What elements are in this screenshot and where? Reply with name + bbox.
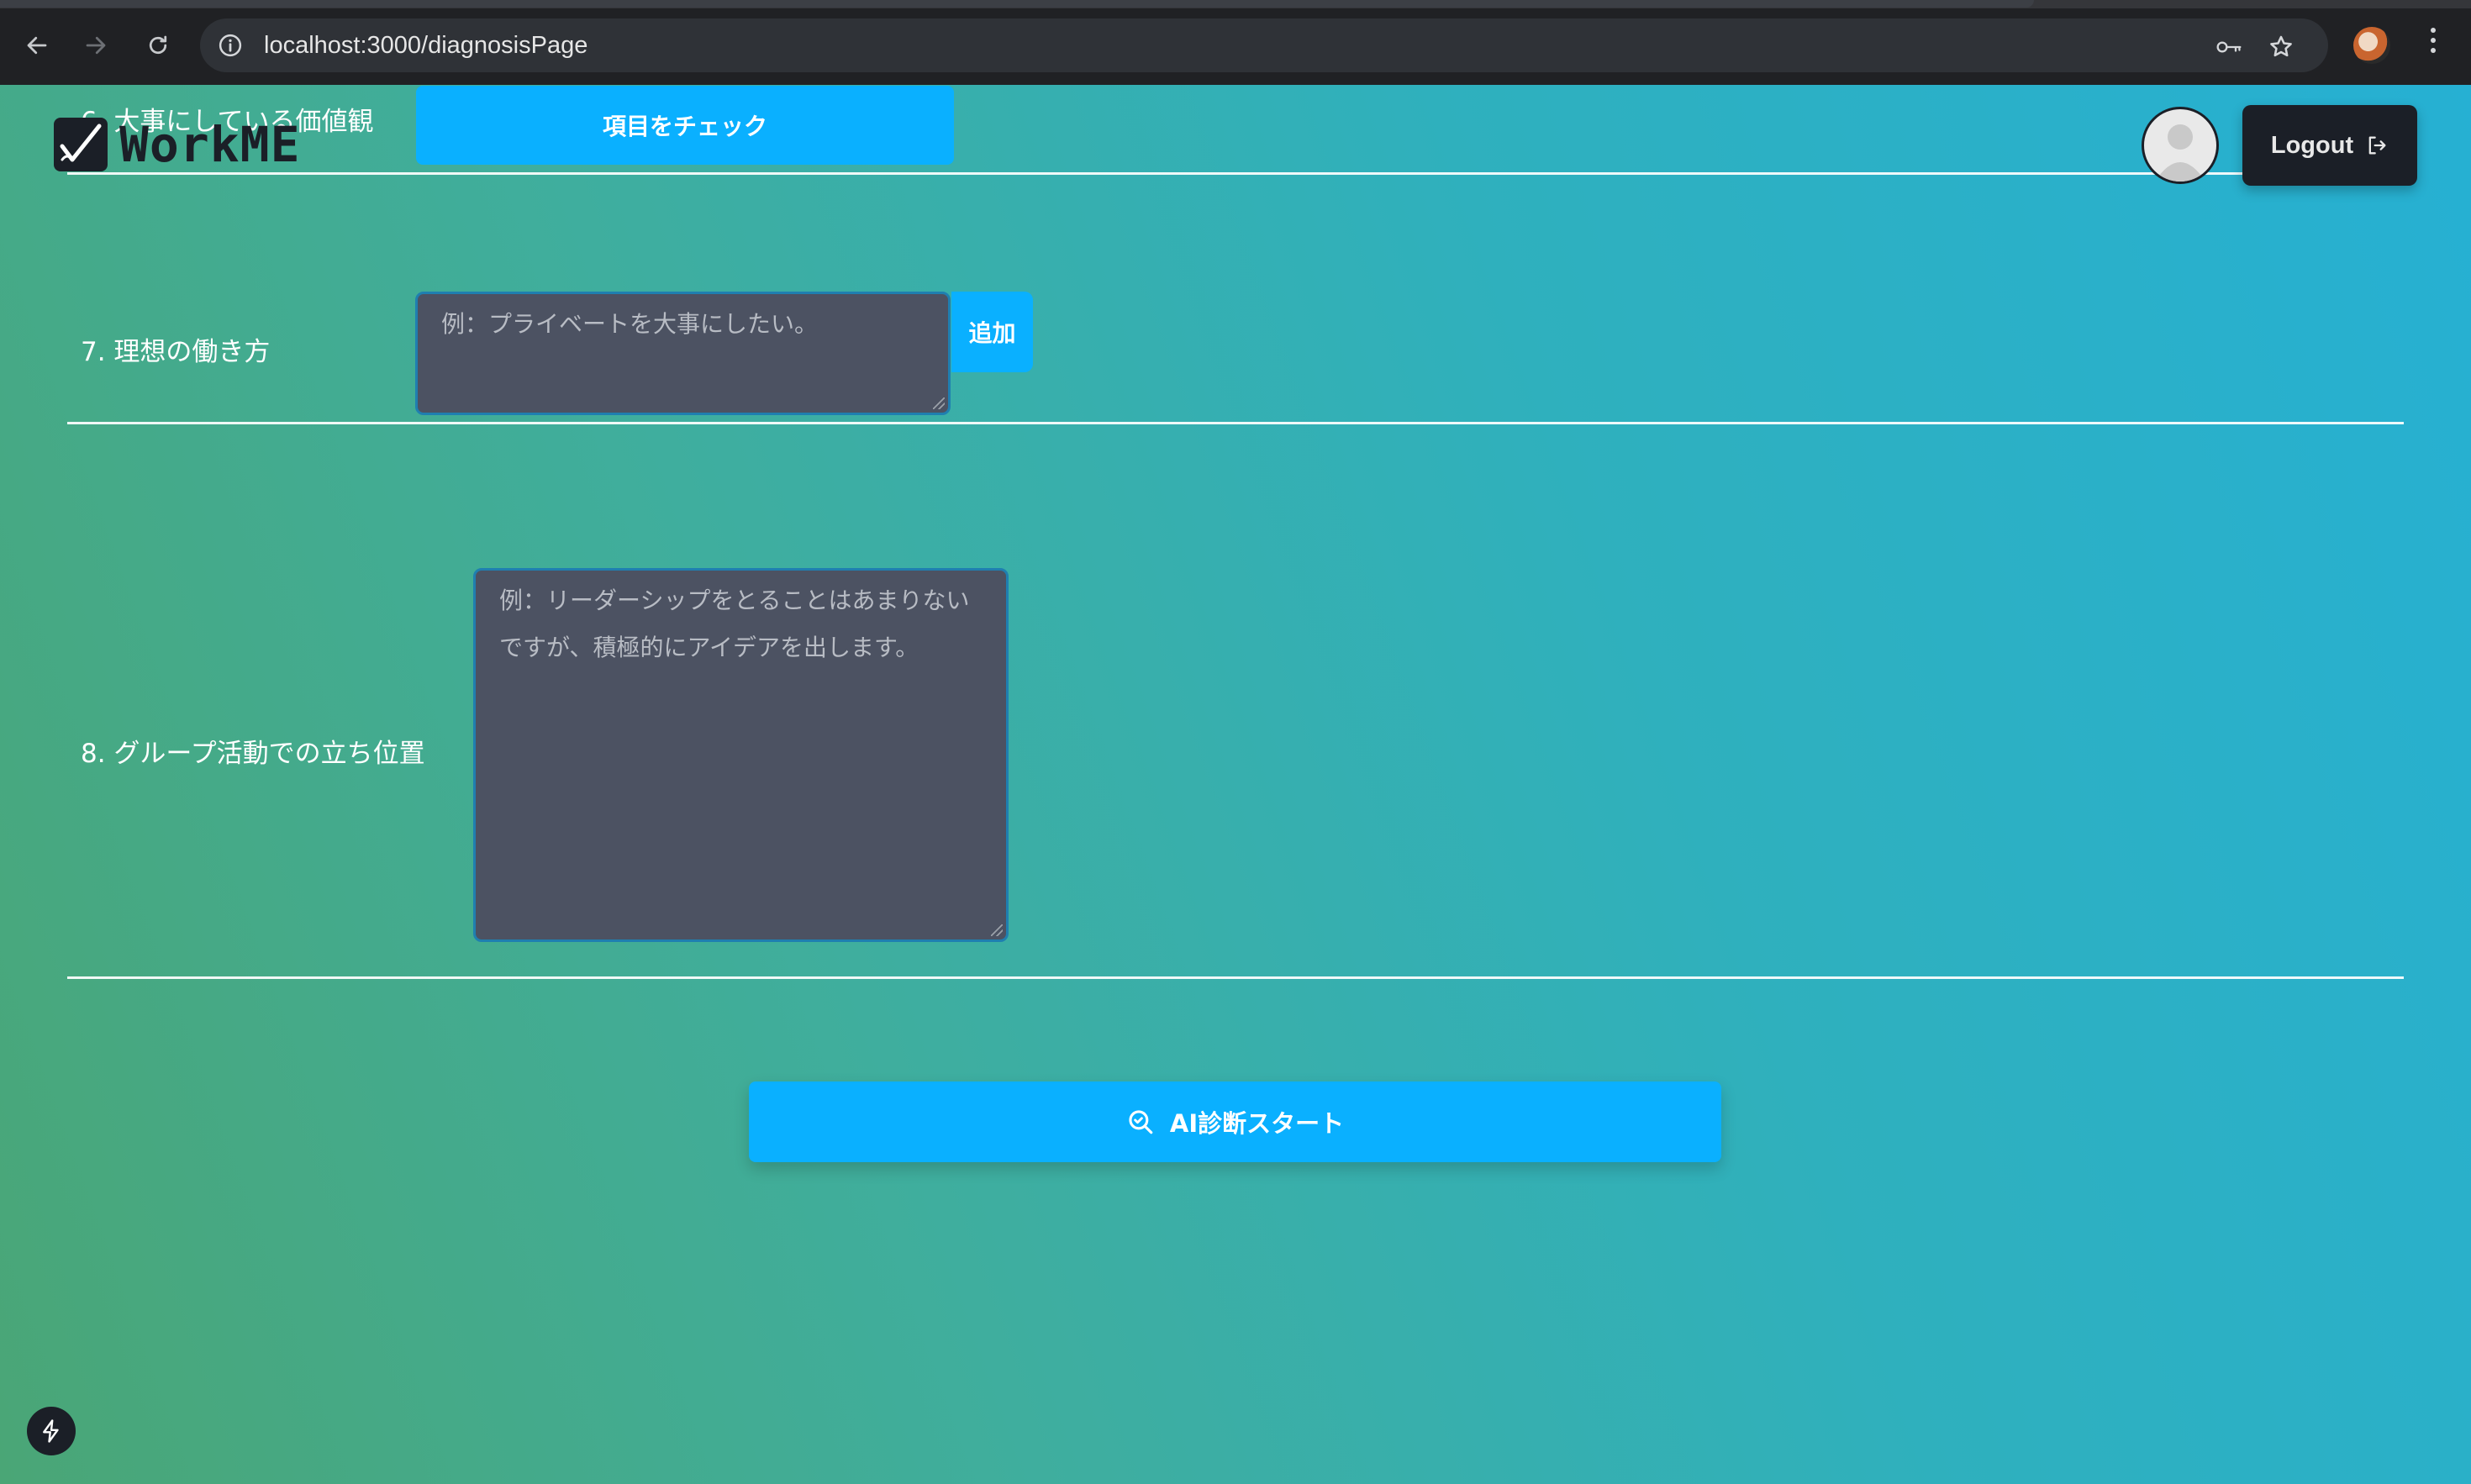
address-bar[interactable]: localhost:3000/diagnosisPage bbox=[200, 18, 2328, 72]
app-logo-text[interactable]: WorkME bbox=[119, 111, 301, 178]
active-tab[interactable] bbox=[0, 0, 2034, 8]
group-role-placeholder: 例：リーダーシップをとることはあまりないですが、積極的にアイデアを出します。 bbox=[499, 587, 970, 661]
logo-check-icon[interactable] bbox=[54, 118, 108, 171]
reload-icon[interactable] bbox=[138, 25, 178, 66]
forward-arrow-icon[interactable] bbox=[76, 25, 116, 66]
bookmark-star-icon[interactable] bbox=[2268, 34, 2294, 61]
back-arrow-icon[interactable] bbox=[17, 25, 57, 66]
profile-avatar-icon[interactable] bbox=[2353, 27, 2390, 64]
resize-grip-icon[interactable] bbox=[933, 397, 945, 409]
divider-q8 bbox=[67, 976, 2404, 979]
site-info-icon[interactable] bbox=[215, 30, 245, 61]
user-avatar[interactable] bbox=[2142, 107, 2219, 184]
divider-q7 bbox=[67, 422, 2404, 424]
check-items-button[interactable]: 項目をチェック bbox=[416, 86, 954, 165]
ideal-workstyle-textarea[interactable]: 例：プライベートを大事にしたい。 bbox=[415, 292, 951, 415]
browser-toolbar: localhost:3000/diagnosisPage bbox=[0, 0, 2471, 85]
lightning-icon[interactable] bbox=[27, 1407, 76, 1455]
password-key-icon[interactable] bbox=[2215, 34, 2242, 61]
ideal-workstyle-placeholder: 例：プライベートを大事にしたい。 bbox=[441, 310, 819, 338]
q7-label: 7. 理想の働き方 bbox=[81, 337, 271, 367]
logout-button[interactable]: Logout bbox=[2242, 105, 2417, 186]
logout-icon bbox=[2365, 134, 2389, 157]
add-button[interactable]: 追加 bbox=[951, 292, 1033, 372]
group-role-textarea[interactable]: 例：リーダーシップをとることはあまりないですが、積極的にアイデアを出します。 bbox=[473, 568, 1009, 942]
resize-grip-icon[interactable] bbox=[991, 924, 1003, 936]
q8-label: 8. グループ活動での立ち位置 bbox=[81, 739, 425, 769]
logout-label: Logout bbox=[2270, 131, 2354, 159]
menu-kebab-icon[interactable] bbox=[2421, 25, 2446, 66]
search-check-icon bbox=[1126, 1108, 1155, 1136]
ai-diagnosis-start-button[interactable]: AI診断スタート bbox=[749, 1081, 1721, 1162]
url-text[interactable]: localhost:3000/diagnosisPage bbox=[264, 30, 587, 61]
diagnosis-page: 6. 大事にしている価値観 項目をチェック 7. 理想の働き方 例：プライベート… bbox=[0, 85, 2471, 1484]
divider-q6 bbox=[67, 172, 2404, 175]
start-button-label: AI診断スタート bbox=[1169, 1109, 1345, 1138]
